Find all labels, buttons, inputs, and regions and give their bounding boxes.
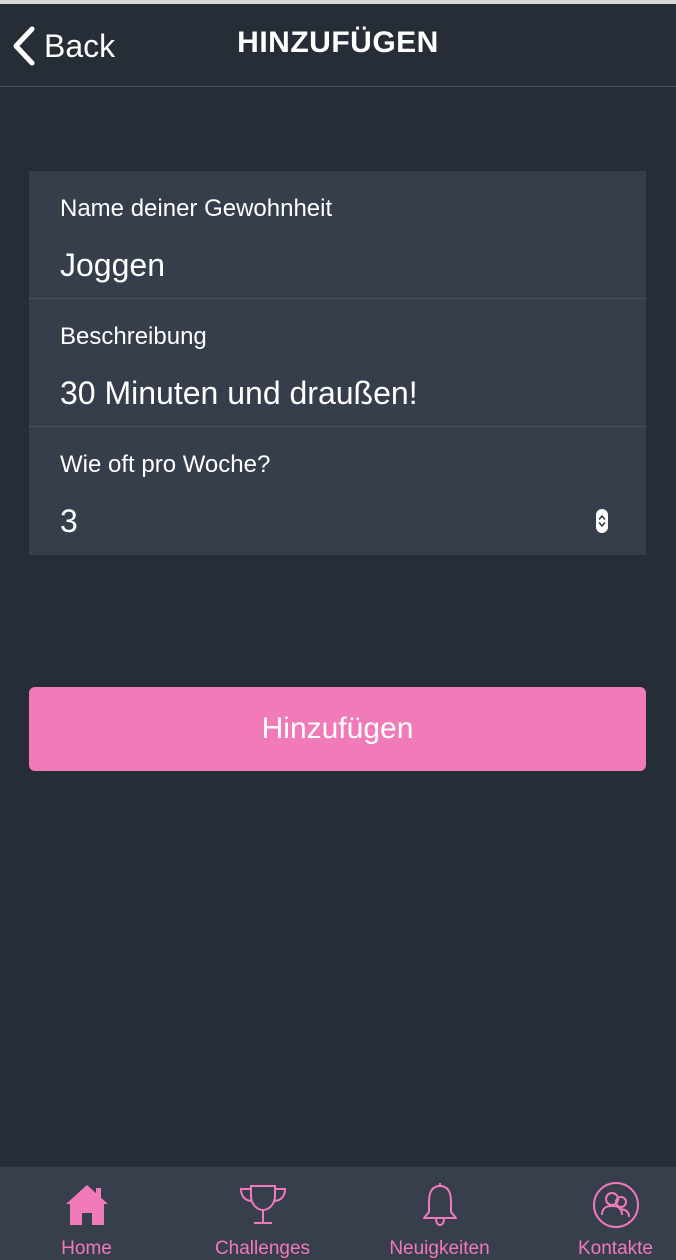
tab-home[interactable]: Home — [2, 1167, 171, 1260]
habit-name-row[interactable]: Name deiner Gewohnheit Joggen — [29, 171, 646, 299]
tab-kontakte[interactable]: Kontakte — [531, 1167, 676, 1260]
tab-neuigkeiten[interactable]: Neuigkeiten — [355, 1167, 524, 1260]
habit-form: Name deiner Gewohnheit Joggen Beschreibu… — [29, 171, 646, 555]
tab-home-label: Home — [61, 1238, 112, 1259]
add-habit-button[interactable]: Hinzufügen — [29, 687, 646, 771]
frequency-row[interactable]: Wie oft pro Woche? 3 — [29, 427, 646, 555]
home-icon — [64, 1180, 110, 1230]
habit-name-label: Name deiner Gewohnheit — [60, 195, 333, 222]
description-input[interactable]: 30 Minuten und draußen! — [60, 375, 418, 412]
app-screen: Back HINZUFÜGEN Name deiner Gewohnheit J… — [0, 0, 676, 1260]
description-row[interactable]: Beschreibung 30 Minuten und draußen! — [29, 299, 646, 427]
bell-icon — [420, 1180, 460, 1230]
contacts-icon — [592, 1180, 640, 1230]
nav-header: Back HINZUFÜGEN — [0, 4, 676, 87]
frequency-label: Wie oft pro Woche? — [60, 451, 271, 478]
tab-challenges-label: Challenges — [214, 1238, 311, 1259]
page-title: HINZUFÜGEN — [237, 26, 439, 59]
tab-neuigkeiten-label: Neuigkeiten — [389, 1238, 490, 1259]
frequency-stepper-icon[interactable] — [596, 509, 608, 533]
habit-name-input[interactable]: Joggen — [60, 247, 165, 284]
tab-bar: Home Challenges Neuigkeiten Kontakte — [0, 1166, 676, 1260]
tab-kontakte-label: Kontakte — [578, 1238, 653, 1259]
frequency-input[interactable]: 3 — [60, 503, 78, 540]
tab-challenges[interactable]: Challenges — [178, 1167, 347, 1260]
trophy-icon — [238, 1180, 288, 1230]
description-label: Beschreibung — [60, 323, 207, 350]
